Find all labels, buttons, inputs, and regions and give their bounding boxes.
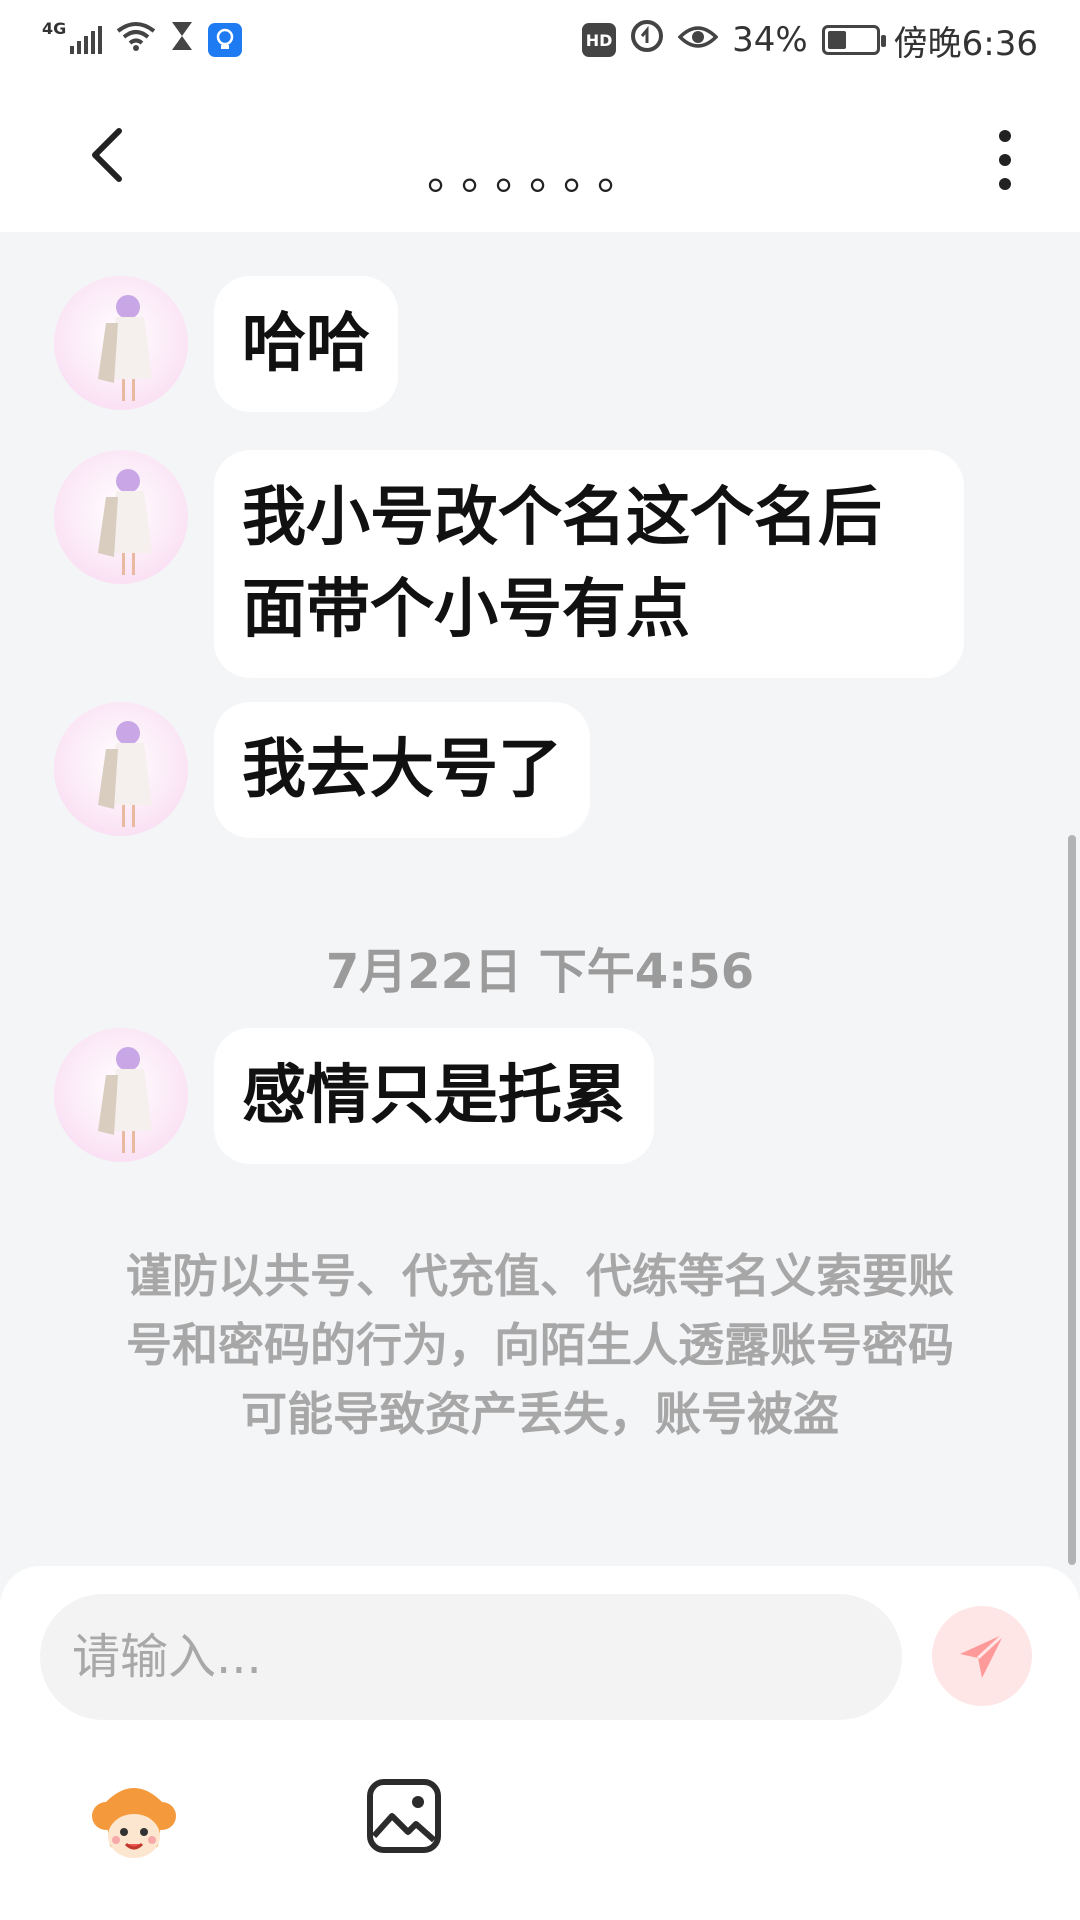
battery-percent: 34% [732, 20, 808, 60]
more-options-button[interactable] [980, 120, 1030, 200]
message-row: 我小号改个名这个名后面带个小号有点 [54, 450, 964, 678]
status-left: 4G [42, 18, 243, 61]
scrollbar[interactable] [1068, 835, 1076, 1565]
signal-icon [70, 26, 103, 54]
security-notice: 谨防以共号、代充值、代练等名义索要账号和密码的行为，向陌生人透露账号密码可能导致… [126, 1249, 954, 1441]
avatar[interactable] [54, 276, 188, 410]
emoji-button[interactable] [86, 1776, 182, 1872]
message-bubble[interactable]: 哈哈 [214, 276, 398, 412]
avatar[interactable] [54, 1028, 188, 1162]
send-icon [960, 1632, 1006, 1678]
wifi-icon [116, 20, 156, 60]
lightbulb-icon [208, 23, 243, 57]
message-row: 我去大号了 [54, 702, 590, 838]
chat-title: 。。。。。。 [427, 149, 653, 200]
clock-time: 傍晚6:36 [893, 23, 1038, 64]
image-icon [367, 1779, 441, 1853]
network-label: 4G [42, 18, 67, 38]
image-button[interactable] [366, 1778, 442, 1854]
message-row: 感情只是托累 [54, 1028, 654, 1164]
message-timestamp: 7月22日 下午4:56 [325, 944, 755, 1000]
message-bubble[interactable]: 我去大号了 [214, 702, 590, 838]
eye-icon [677, 20, 719, 60]
avatar[interactable] [54, 450, 188, 584]
more-vertical-icon [999, 130, 1011, 190]
message-bubble[interactable]: 我小号改个名这个名后面带个小号有点 [214, 450, 964, 678]
hourglass-icon [170, 20, 194, 61]
status-right: HD 34% 傍晚6:36 [582, 16, 1038, 65]
emoji-sticker-icon [92, 1788, 176, 1858]
send-button[interactable] [932, 1606, 1032, 1706]
chat-message-list[interactable]: 哈哈 我小号改个名这个名后面带个小号有点 我去大号了 7月22日 下午4:56 … [0, 232, 1080, 1572]
hd-icon: HD [582, 23, 617, 57]
status-bar: 4G HD 34% 傍晚6:36 [0, 0, 1080, 80]
avatar[interactable] [54, 702, 188, 836]
message-row: 哈哈 [54, 276, 398, 412]
battery-icon [821, 25, 886, 55]
message-bubble[interactable]: 感情只是托累 [214, 1028, 654, 1164]
data-saver-icon [630, 19, 664, 62]
composer [0, 1566, 1080, 1920]
message-input[interactable] [40, 1594, 902, 1720]
chat-header: 。。。。。。 [0, 80, 1080, 232]
